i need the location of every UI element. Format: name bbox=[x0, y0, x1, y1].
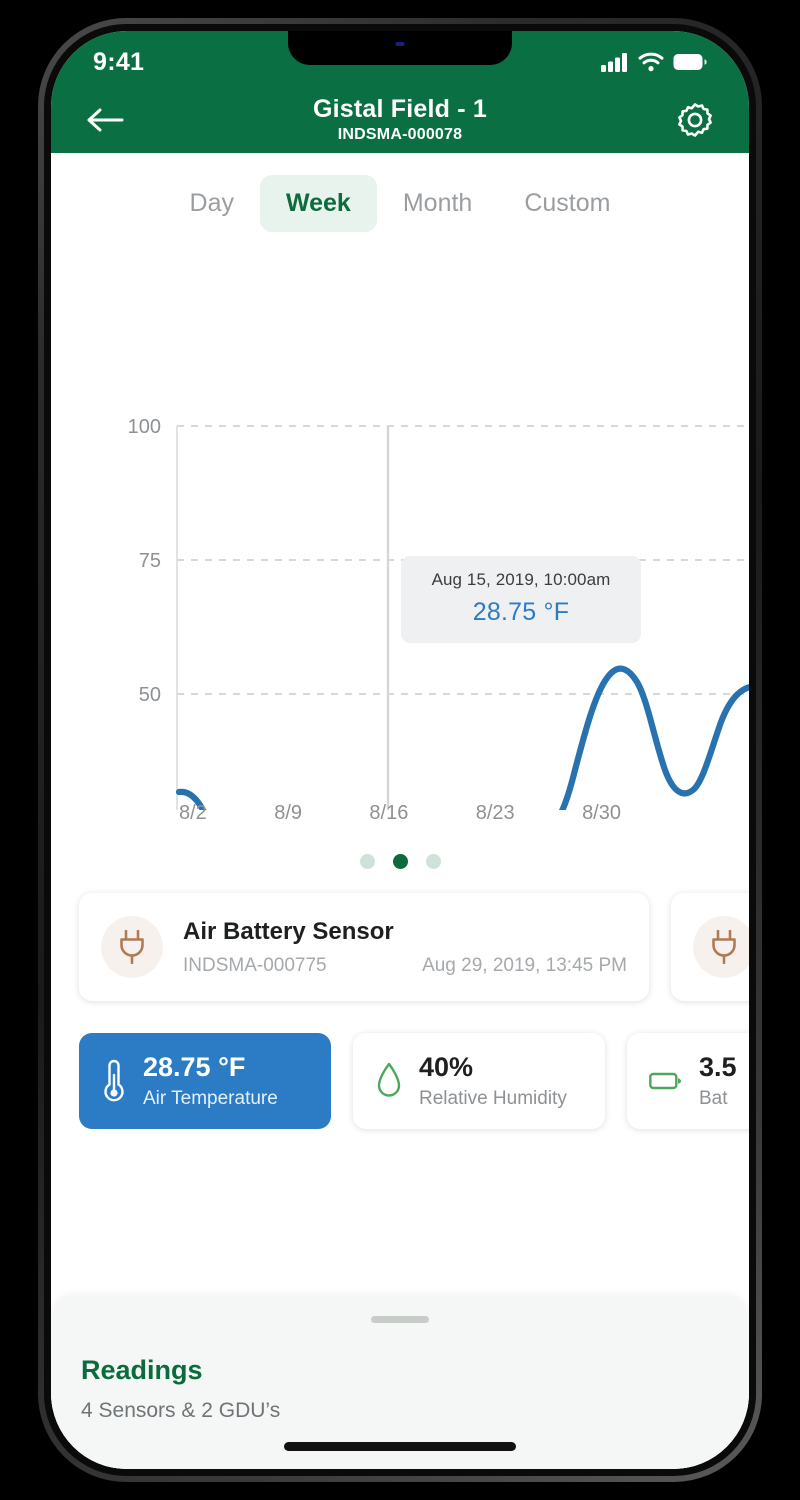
page-title: Gistal Field - 1 bbox=[312, 94, 488, 123]
sensor-card-texts: Air Battery Sensor INDSMA-000775 Aug 29,… bbox=[183, 918, 627, 977]
tab-day[interactable]: Day bbox=[164, 175, 260, 232]
sensor-card-meta: INDSMA-000775 Aug 29, 2019, 13:45 PM bbox=[183, 955, 627, 977]
x-tick-2: 8/16 bbox=[369, 802, 409, 824]
tab-month[interactable]: Month bbox=[377, 175, 498, 232]
sensor-timestamp: Aug 29, 2019, 13:45 PM bbox=[422, 954, 627, 976]
wifi-icon bbox=[638, 52, 664, 72]
y-tick-50: 50 bbox=[139, 684, 161, 706]
x-tick-4: 8/30 bbox=[582, 802, 621, 824]
settings-button[interactable] bbox=[667, 92, 723, 148]
metric-card-air-temperature[interactable]: 28.75 °F Air Temperature bbox=[79, 1033, 331, 1129]
cellular-signal-icon bbox=[601, 53, 627, 72]
range-tab-bar: Day Week Month Custom bbox=[51, 153, 749, 244]
status-icon-group bbox=[601, 52, 707, 72]
screenshot-stage: 9:41 Gistal Field - 1 INDSMA-000078 Day … bbox=[0, 0, 800, 1500]
battery-icon bbox=[673, 54, 707, 70]
pagination-dot-1[interactable] bbox=[359, 854, 375, 869]
metric-card-battery[interactable]: 3.5 Bat bbox=[627, 1033, 749, 1129]
x-tick-1: 8/9 bbox=[274, 802, 303, 824]
sensor-name: Air Battery Sensor bbox=[183, 917, 394, 945]
sensor-icon-badge-next bbox=[693, 916, 749, 978]
metric-value: 28.75 °F bbox=[143, 1052, 246, 1082]
metric-texts: 28.75 °F Air Temperature bbox=[143, 1052, 278, 1110]
x-tick-3: 8/23 bbox=[475, 802, 515, 824]
y-tick-100: 100 bbox=[128, 416, 161, 438]
readings-title: Readings bbox=[81, 1355, 203, 1385]
status-bar: 9:41 bbox=[51, 31, 749, 93]
sensor-icon-badge bbox=[101, 916, 163, 978]
metric-label: Air Temperature bbox=[143, 1088, 278, 1109]
tooltip-value: 28.75 °F bbox=[472, 598, 570, 626]
chart-x-tick-labels: 8/2 8/9 8/16 8/23 8/30 bbox=[51, 802, 749, 825]
gear-icon bbox=[678, 103, 712, 137]
x-tick-0: 8/2 bbox=[179, 802, 207, 824]
readings-subtitle: 4 Sensors & 2 GDU’s bbox=[81, 1399, 281, 1422]
phone-bezel: 9:41 Gistal Field - 1 INDSMA-000078 Day … bbox=[44, 24, 756, 1476]
back-button[interactable] bbox=[77, 92, 133, 148]
home-indicator[interactable] bbox=[284, 1442, 516, 1451]
water-drop-icon bbox=[377, 1062, 401, 1097]
back-arrow-icon bbox=[87, 108, 124, 132]
chart-tooltip: Aug 15, 2019, 10:00am 28.75 °F bbox=[401, 556, 641, 643]
temperature-chart[interactable]: 100 75 50 25 0 bbox=[51, 244, 749, 844]
phone-frame: 9:41 Gistal Field - 1 INDSMA-000078 Day … bbox=[38, 18, 762, 1482]
metric-texts: 40% Relative Humidity bbox=[419, 1052, 567, 1110]
plug-icon bbox=[712, 930, 736, 964]
sensor-id: INDSMA-000775 bbox=[183, 954, 327, 976]
chart-canvas: 100 75 50 25 0 bbox=[128, 416, 749, 810]
metric-label: Bat bbox=[699, 1088, 728, 1109]
thermometer-icon bbox=[104, 1059, 124, 1102]
plug-icon bbox=[120, 930, 144, 964]
device-id-subtitle: INDSMA-000078 bbox=[337, 126, 463, 144]
pagination-dot-2[interactable] bbox=[392, 854, 408, 869]
tooltip-date: Aug 15, 2019, 10:00am bbox=[431, 570, 611, 589]
metric-card-row[interactable]: 28.75 °F Air Temperature 40% Relative Hu… bbox=[51, 1001, 749, 1129]
carousel-pagination[interactable] bbox=[51, 844, 749, 869]
metric-label: Relative Humidity bbox=[419, 1088, 567, 1109]
metric-card-relative-humidity[interactable]: 40% Relative Humidity bbox=[353, 1033, 605, 1129]
app-bar: Gistal Field - 1 INDSMA-000078 bbox=[51, 93, 749, 153]
content-sheet: Day Week Month Custom 100 75 50 25 bbox=[51, 153, 749, 1469]
status-time: 9:41 bbox=[93, 47, 145, 76]
pagination-dot-3[interactable] bbox=[425, 854, 441, 869]
sensor-card-next-peek[interactable] bbox=[671, 893, 749, 1001]
metric-value: 3.5 bbox=[699, 1052, 737, 1082]
tab-week[interactable]: Week bbox=[259, 175, 377, 232]
metric-value: 40% bbox=[419, 1052, 474, 1082]
y-tick-75: 75 bbox=[139, 550, 161, 572]
metric-texts: 3.5 Bat bbox=[699, 1052, 737, 1110]
battery-icon bbox=[649, 1072, 681, 1090]
phone-screen: 9:41 Gistal Field - 1 INDSMA-000078 Day … bbox=[51, 31, 749, 1469]
sheet-grab-handle[interactable] bbox=[371, 1316, 429, 1323]
app-bar-titles: Gistal Field - 1 INDSMA-000078 bbox=[133, 96, 667, 144]
sensor-card[interactable]: Air Battery Sensor INDSMA-000775 Aug 29,… bbox=[79, 893, 649, 1001]
sensor-card-carousel[interactable]: Air Battery Sensor INDSMA-000775 Aug 29,… bbox=[51, 869, 749, 1001]
tab-custom[interactable]: Custom bbox=[498, 175, 636, 232]
chart-line-air-temperature bbox=[175, 665, 749, 810]
